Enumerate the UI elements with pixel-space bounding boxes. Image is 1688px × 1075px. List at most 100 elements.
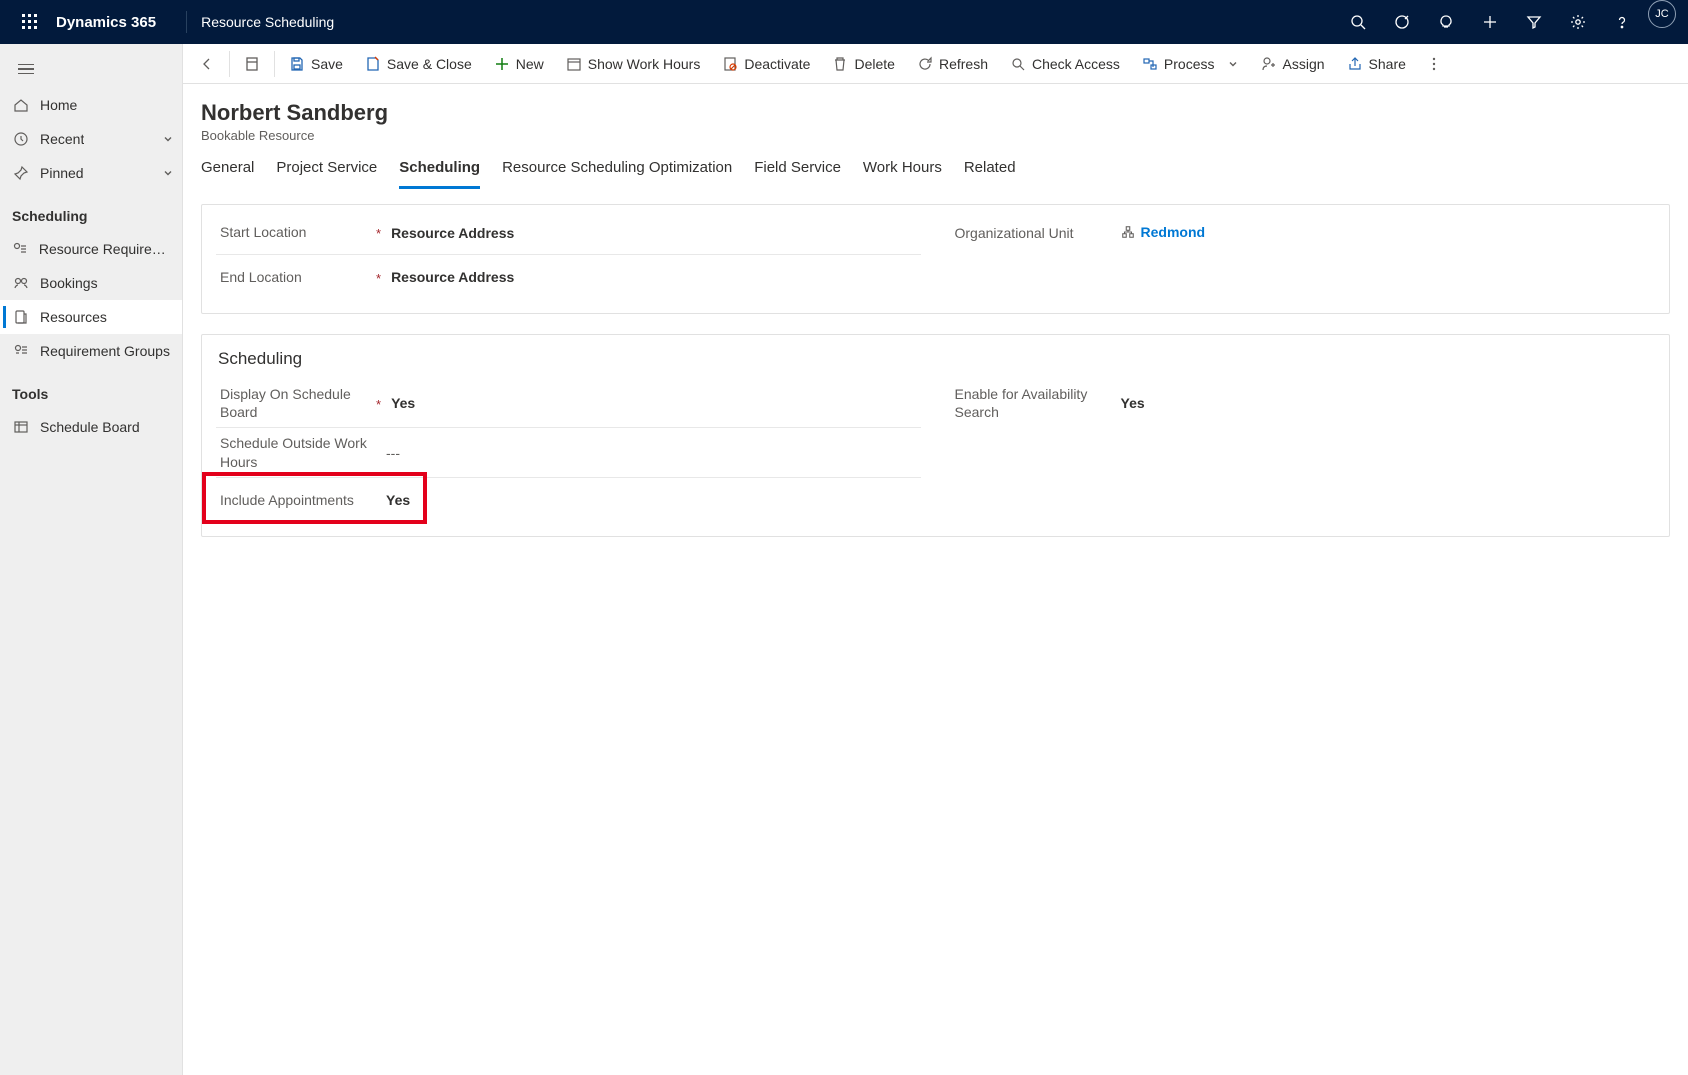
sidebar-collapse-button[interactable] bbox=[0, 50, 182, 88]
tab-project-service[interactable]: Project Service bbox=[276, 159, 377, 189]
sidebar-item-label: Resources bbox=[40, 309, 107, 325]
target-icon bbox=[1394, 14, 1410, 30]
section-scheduling: Scheduling Display On Schedule Board * Y… bbox=[201, 334, 1670, 537]
sidebar-item-label: Requirement Groups bbox=[40, 343, 170, 359]
field-value: Resource Address bbox=[381, 225, 920, 241]
more-vertical-icon bbox=[1426, 56, 1442, 72]
sidebar-item-resource-requirements[interactable]: Resource Requireme... bbox=[0, 232, 182, 266]
new-button[interactable]: New bbox=[484, 46, 554, 82]
field-org-unit[interactable]: Organizational Unit Redmond bbox=[951, 211, 1656, 255]
resource-icon bbox=[12, 309, 30, 325]
sidebar-item-requirement-groups[interactable]: Requirement Groups bbox=[0, 334, 182, 368]
tab-field-service[interactable]: Field Service bbox=[754, 159, 841, 189]
cmd-label: Refresh bbox=[939, 56, 988, 72]
hamburger-icon bbox=[18, 61, 34, 78]
field-label: Include Appointments bbox=[220, 491, 354, 509]
search-icon bbox=[1350, 14, 1366, 30]
tab-rso[interactable]: Resource Scheduling Optimization bbox=[502, 159, 732, 189]
page-title: Norbert Sandberg bbox=[201, 100, 1670, 126]
field-label: Start Location bbox=[220, 223, 306, 241]
process-icon bbox=[1142, 56, 1158, 72]
sidebar-item-home[interactable]: Home bbox=[0, 88, 182, 122]
tab-scheduling[interactable]: Scheduling bbox=[399, 159, 480, 189]
add-button[interactable] bbox=[1468, 0, 1512, 44]
refresh-icon bbox=[917, 56, 933, 72]
access-icon bbox=[1010, 56, 1026, 72]
insights-button[interactable] bbox=[1424, 0, 1468, 44]
check-access-button[interactable]: Check Access bbox=[1000, 46, 1130, 82]
tab-related[interactable]: Related bbox=[964, 159, 1016, 189]
panel-icon bbox=[244, 56, 260, 72]
requirement-icon bbox=[12, 241, 29, 257]
save-close-button[interactable]: Save & Close bbox=[355, 46, 482, 82]
header-divider bbox=[186, 11, 187, 33]
tab-work-hours[interactable]: Work Hours bbox=[863, 159, 942, 189]
field-start-location[interactable]: Start Location * Resource Address bbox=[216, 211, 921, 255]
filter-button[interactable] bbox=[1512, 0, 1556, 44]
save-icon bbox=[289, 56, 305, 72]
field-label: End Location bbox=[220, 268, 302, 286]
area-label[interactable]: Resource Scheduling bbox=[201, 14, 334, 30]
gear-icon bbox=[1570, 14, 1586, 30]
sidebar-group-tools: Tools bbox=[0, 368, 182, 410]
tab-general[interactable]: General bbox=[201, 159, 254, 189]
sidebar-item-pinned[interactable]: Pinned bbox=[0, 156, 182, 190]
sidebar-item-label: Bookings bbox=[40, 275, 98, 291]
trash-icon bbox=[832, 56, 848, 72]
plus-icon bbox=[1482, 14, 1498, 30]
sidebar-item-recent[interactable]: Recent bbox=[0, 122, 182, 156]
field-enable-availability-search[interactable]: Enable for Availability Search Yes bbox=[951, 379, 1656, 427]
share-button[interactable]: Share bbox=[1337, 46, 1416, 82]
process-button[interactable]: Process bbox=[1132, 46, 1249, 82]
chevron-down-icon bbox=[162, 167, 174, 179]
cmd-separator bbox=[229, 51, 230, 77]
lookup-text: Redmond bbox=[1141, 224, 1206, 240]
task-button[interactable] bbox=[1380, 0, 1424, 44]
overflow-button[interactable] bbox=[1418, 46, 1450, 82]
save-button[interactable]: Save bbox=[279, 46, 353, 82]
form-body: Start Location * Resource Address End Lo… bbox=[183, 190, 1688, 587]
record-header: Norbert Sandberg Bookable Resource bbox=[183, 84, 1688, 149]
search-button[interactable] bbox=[1336, 0, 1380, 44]
sidebar-item-resources[interactable]: Resources bbox=[0, 300, 182, 334]
cmd-label: Show Work Hours bbox=[588, 56, 701, 72]
show-work-hours-button[interactable]: Show Work Hours bbox=[556, 46, 711, 82]
sidebar-item-bookings[interactable]: Bookings bbox=[0, 266, 182, 300]
settings-button[interactable] bbox=[1556, 0, 1600, 44]
question-icon bbox=[1614, 14, 1630, 30]
user-avatar[interactable]: JC bbox=[1648, 0, 1676, 28]
home-icon bbox=[12, 97, 30, 113]
cmd-separator bbox=[274, 51, 275, 77]
sitemap-sidebar: Home Recent Pinned Scheduling R bbox=[0, 44, 183, 1075]
field-value: --- bbox=[376, 445, 921, 461]
deactivate-button[interactable]: Deactivate bbox=[712, 46, 820, 82]
sidebar-item-label: Schedule Board bbox=[40, 419, 140, 435]
assign-button[interactable]: Assign bbox=[1251, 46, 1335, 82]
sidebar-item-schedule-board[interactable]: Schedule Board bbox=[0, 410, 182, 444]
app-launcher-button[interactable] bbox=[8, 0, 52, 44]
field-display-on-schedule-board[interactable]: Display On Schedule Board * Yes bbox=[216, 379, 921, 428]
cmd-label: Share bbox=[1369, 56, 1406, 72]
refresh-button[interactable]: Refresh bbox=[907, 46, 998, 82]
entity-subtitle: Bookable Resource bbox=[201, 128, 1670, 143]
clock-icon bbox=[12, 131, 30, 147]
help-button[interactable] bbox=[1600, 0, 1644, 44]
share-icon bbox=[1347, 56, 1363, 72]
open-record-set-button[interactable] bbox=[234, 46, 270, 82]
field-value: Yes bbox=[1111, 395, 1656, 411]
field-include-appointments[interactable]: Include Appointments Yes bbox=[216, 478, 921, 522]
plus-icon bbox=[494, 56, 510, 72]
field-schedule-outside-work-hours[interactable]: Schedule Outside Work Hours --- bbox=[216, 428, 921, 477]
field-end-location[interactable]: End Location * Resource Address bbox=[216, 255, 921, 299]
cmd-label: Delete bbox=[854, 56, 894, 72]
command-bar: Save Save & Close New Show Work Hours bbox=[183, 44, 1688, 84]
chevron-down-icon bbox=[1227, 58, 1239, 70]
back-button[interactable] bbox=[189, 46, 225, 82]
delete-button[interactable]: Delete bbox=[822, 46, 904, 82]
field-value: Resource Address bbox=[381, 269, 920, 285]
funnel-icon bbox=[1526, 14, 1542, 30]
field-label: Display On Schedule Board bbox=[220, 385, 376, 421]
lookup-value[interactable]: Redmond bbox=[1121, 224, 1206, 240]
sidebar-group-scheduling: Scheduling bbox=[0, 190, 182, 232]
cmd-label: Process bbox=[1164, 56, 1215, 72]
